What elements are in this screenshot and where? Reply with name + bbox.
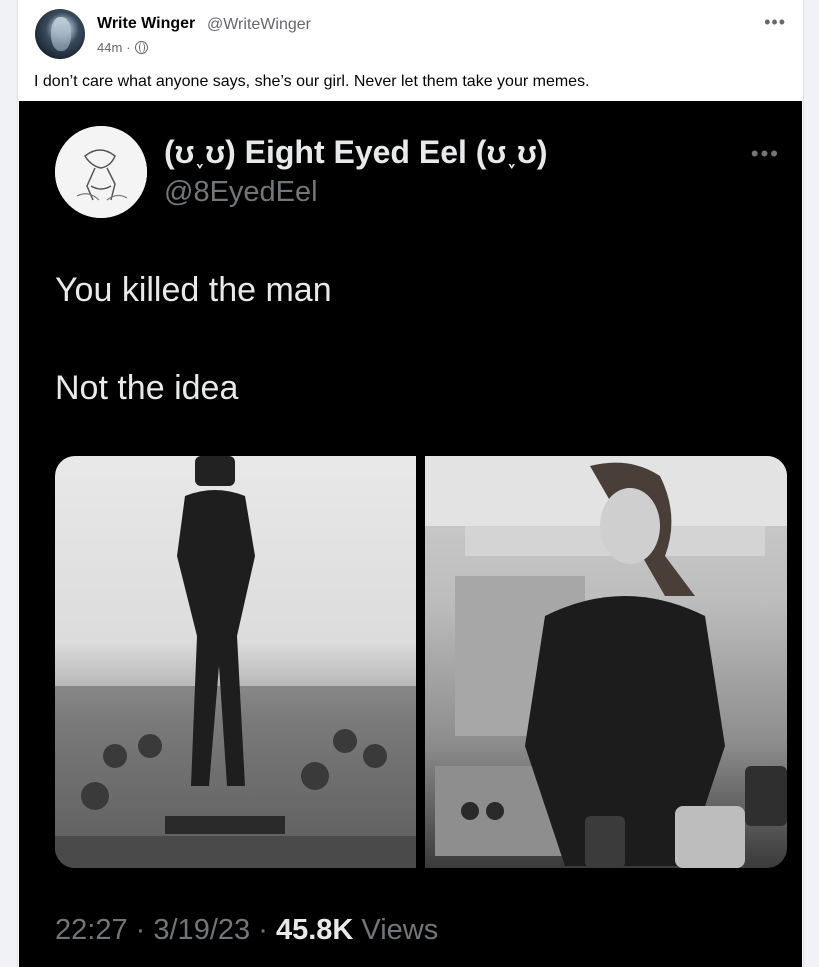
post-meta: 44m · (97, 40, 148, 55)
author-handle[interactable]: @WriteWinger (207, 16, 311, 34)
author-avatar[interactable] (35, 9, 85, 59)
sketch-avatar-icon (55, 126, 147, 218)
tweet-time: 22:27 (55, 914, 128, 946)
tweet-text-line-1: You killed the man (55, 271, 332, 309)
tweet-text-line-2: Not the idea (55, 369, 239, 407)
meta-separator: · (126, 40, 131, 55)
tweet-media (55, 456, 787, 868)
tweet-date: 3/19/23 (153, 914, 251, 946)
globe-icon (134, 41, 148, 54)
tweet-views-count: 45.8K (275, 914, 354, 946)
tweet-views-label: Views (361, 914, 439, 946)
tweet-more-icon: ••• (750, 141, 780, 166)
post-time[interactable]: 44m (97, 40, 122, 55)
tweet-display-name: (ʊ˯ʊ) Eight Eyed Eel (ʊ˯ʊ) (164, 134, 548, 170)
tweet-handle: @8EyedEel (164, 176, 318, 208)
author-name[interactable]: Write Winger (97, 15, 195, 33)
post-caption: I don’t care what anyone says, she’s our… (34, 73, 590, 90)
photo-left (55, 456, 416, 868)
tweet-dot-1: · (135, 914, 146, 946)
more-options-button[interactable]: ••• (764, 12, 786, 33)
tweet-timestamp: 22:27 · 3/19/23 · 45.8K Views (55, 914, 438, 947)
tweet-dot-2: · (258, 914, 268, 946)
tweet-screenshot-image[interactable]: (ʊ˯ʊ) Eight Eyed Eel (ʊ˯ʊ) @8EyedEel •••… (19, 101, 802, 967)
tweet-avatar (55, 126, 147, 218)
facebook-post: Write Winger @WriteWinger 44m · ••• I do… (17, 0, 804, 967)
photo-right (425, 456, 787, 868)
